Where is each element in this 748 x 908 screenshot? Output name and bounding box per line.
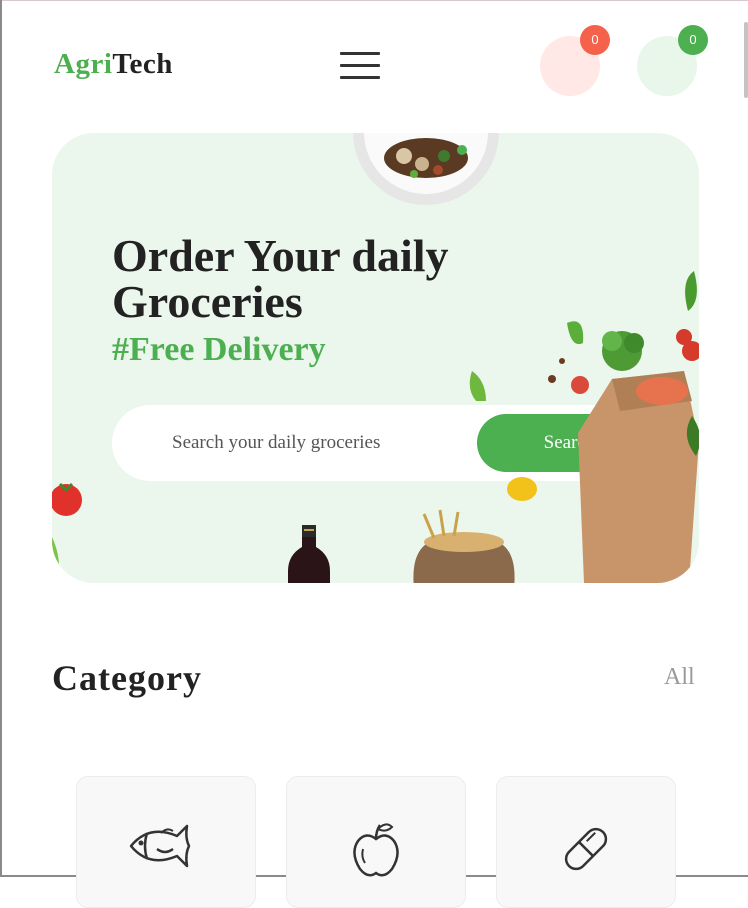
category-card-medicine[interactable] — [496, 776, 676, 908]
wishlist-count-badge: 0 — [678, 25, 708, 55]
category-card-fruit[interactable] — [286, 776, 466, 908]
hamburger-menu-icon[interactable] — [340, 52, 380, 80]
fish-icon — [129, 824, 191, 868]
hero-title-line2: Groceries — [112, 276, 303, 327]
oil-bottle-image — [288, 525, 330, 583]
vegetables-bag-image — [469, 271, 699, 583]
scrollbar[interactable] — [744, 22, 748, 98]
cart-count-badge: 0 — [580, 25, 610, 55]
hero-banner: Order Your daily Groceries #Free Deliver… — [52, 133, 699, 583]
category-all-link[interactable]: All — [664, 664, 695, 691]
pill-icon — [564, 827, 608, 871]
window-top-border — [2, 0, 748, 1]
category-card-fish[interactable] — [76, 776, 256, 908]
logo[interactable]: AgriTech — [54, 48, 173, 81]
logo-part-agri: Agri — [54, 48, 113, 80]
logo-part-tech: Tech — [112, 48, 173, 80]
apple-icon — [353, 823, 399, 877]
hero-subtitle: #Free Delivery — [112, 331, 326, 368]
tomato-image — [52, 482, 82, 583]
hero-title-line1: Order Your daily — [112, 230, 449, 281]
hero-title: Order Your daily Groceries — [112, 233, 449, 325]
category-title: Category — [52, 658, 202, 698]
food-plate-image — [353, 133, 499, 205]
